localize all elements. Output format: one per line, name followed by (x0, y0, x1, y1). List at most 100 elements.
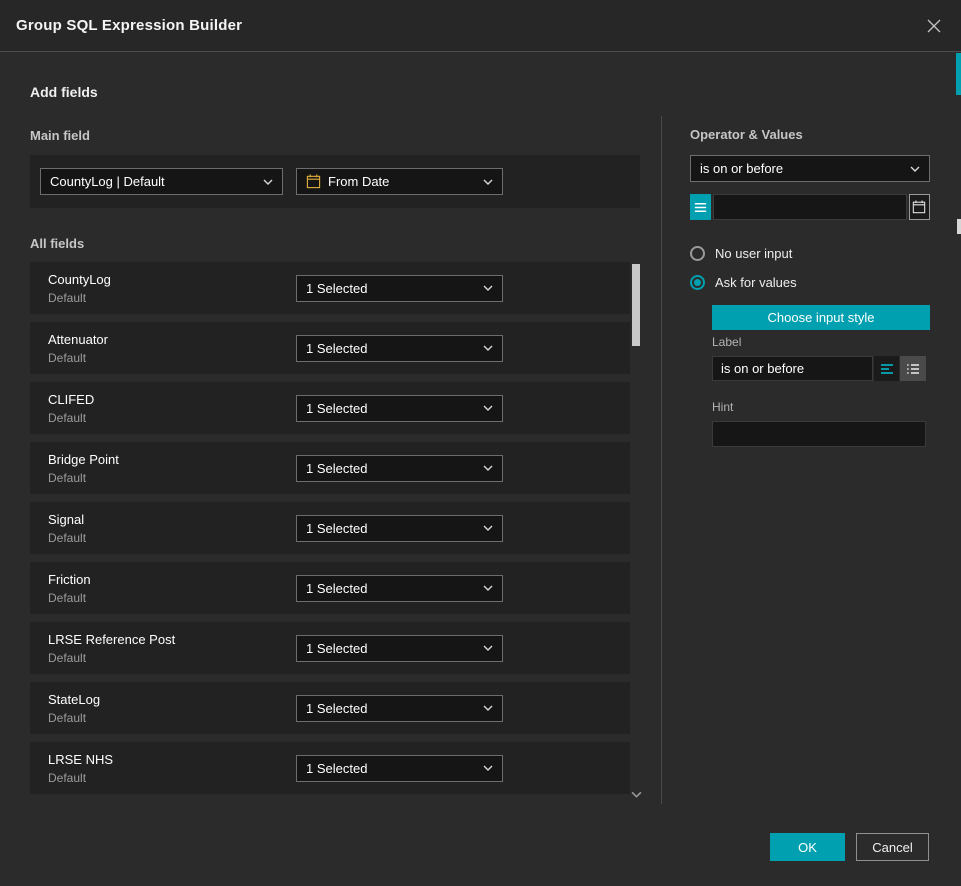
field-info: Signal Default (48, 512, 296, 545)
main-date-field-value: From Date (328, 174, 476, 189)
field-info: StateLog Default (48, 692, 296, 725)
field-info: Bridge Point Default (48, 452, 296, 485)
field-info: Attenuator Default (48, 332, 296, 365)
input-style-list-button[interactable] (900, 356, 926, 381)
group-sql-expression-builder-dialog: Group SQL Expression Builder Add fields … (0, 0, 961, 886)
field-name: StateLog (48, 692, 296, 707)
radio-circle (690, 246, 705, 261)
label-input[interactable] (712, 356, 873, 381)
field-values-dropdown[interactable]: 1 Selected (296, 575, 503, 602)
chevron-down-icon (483, 465, 493, 471)
chevron-down-icon (910, 166, 920, 172)
field-row: Attenuator Default 1 Selected (30, 322, 630, 374)
field-values-dropdown[interactable]: 1 Selected (296, 755, 503, 782)
main-field-panel: CountyLog | Default From Date (30, 155, 640, 208)
field-row: Bridge Point Default 1 Selected (30, 442, 630, 494)
field-row: Signal Default 1 Selected (30, 502, 630, 554)
date-picker-button[interactable] (909, 194, 930, 220)
cancel-button[interactable]: Cancel (856, 833, 929, 861)
all-fields-list: CountyLog Default 1 Selected Attenuator … (30, 262, 630, 802)
hint-field-label: Hint (712, 400, 733, 414)
field-values-dropdown-value: 1 Selected (306, 341, 476, 356)
chevron-down-icon (483, 705, 493, 711)
chevron-down-icon (483, 405, 493, 411)
main-field-label: Main field (30, 128, 90, 143)
dialog-titlebar: Group SQL Expression Builder (0, 0, 961, 52)
list-values-icon (693, 200, 708, 215)
field-values-dropdown-value: 1 Selected (306, 521, 476, 536)
scroll-down-button[interactable] (628, 788, 644, 800)
no-user-input-label: No user input (715, 246, 792, 261)
field-info: LRSE NHS Default (48, 752, 296, 785)
chevron-down-icon (483, 345, 493, 351)
field-default-label: Default (48, 411, 296, 425)
field-row: StateLog Default 1 Selected (30, 682, 630, 734)
field-values-dropdown[interactable]: 1 Selected (296, 635, 503, 662)
no-user-input-radio[interactable]: No user input (690, 246, 792, 261)
field-row: CountyLog Default 1 Selected (30, 262, 630, 314)
field-values-dropdown-value: 1 Selected (306, 641, 476, 656)
hint-input[interactable] (712, 421, 926, 447)
field-name: Signal (48, 512, 296, 527)
label-field-label: Label (712, 335, 741, 349)
chevron-down-icon (483, 645, 493, 651)
field-values-dropdown[interactable]: 1 Selected (296, 395, 503, 422)
close-icon (927, 19, 941, 33)
all-fields-label: All fields (30, 236, 84, 251)
choose-input-style-button[interactable]: Choose input style (712, 305, 930, 330)
chevron-down-icon (483, 179, 493, 185)
field-name: Attenuator (48, 332, 296, 347)
field-default-label: Default (48, 711, 296, 725)
field-values-dropdown-value: 1 Selected (306, 581, 476, 596)
field-info: LRSE Reference Post Default (48, 632, 296, 665)
operator-values-heading: Operator & Values (690, 127, 803, 142)
field-values-dropdown[interactable]: 1 Selected (296, 515, 503, 542)
operator-dropdown[interactable]: is on or before (690, 155, 930, 182)
ask-for-values-radio[interactable]: Ask for values (690, 275, 797, 290)
close-button[interactable] (921, 13, 947, 39)
column-divider (661, 116, 662, 804)
date-value-row (690, 194, 930, 220)
field-default-label: Default (48, 771, 296, 785)
field-default-label: Default (48, 651, 296, 665)
field-values-dropdown[interactable]: 1 Selected (296, 695, 503, 722)
field-values-dropdown[interactable]: 1 Selected (296, 335, 503, 362)
field-values-dropdown[interactable]: 1 Selected (296, 275, 503, 302)
chevron-down-icon (263, 179, 273, 185)
field-values-dropdown-value: 1 Selected (306, 461, 476, 476)
field-default-label: Default (48, 591, 296, 605)
field-default-label: Default (48, 531, 296, 545)
field-name: Friction (48, 572, 296, 587)
ask-for-values-label: Ask for values (715, 275, 797, 290)
field-values-dropdown-value: 1 Selected (306, 701, 476, 716)
field-default-label: Default (48, 291, 296, 305)
bulleted-list-icon (906, 362, 920, 376)
chevron-down-icon (483, 585, 493, 591)
screen-edge-artifact (956, 53, 961, 95)
field-values-dropdown-value: 1 Selected (306, 401, 476, 416)
field-row: LRSE NHS Default 1 Selected (30, 742, 630, 794)
field-values-dropdown-value: 1 Selected (306, 281, 476, 296)
add-fields-heading: Add fields (30, 84, 98, 100)
field-name: Bridge Point (48, 452, 296, 467)
layer-dropdown[interactable]: CountyLog | Default (40, 168, 283, 195)
field-info: Friction Default (48, 572, 296, 605)
value-list-mode-button[interactable] (690, 194, 711, 220)
field-row: Friction Default 1 Selected (30, 562, 630, 614)
field-default-label: Default (48, 351, 296, 365)
main-date-field-dropdown[interactable]: From Date (296, 168, 503, 195)
field-values-dropdown[interactable]: 1 Selected (296, 455, 503, 482)
field-name: CLIFED (48, 392, 296, 407)
chevron-down-icon (483, 525, 493, 531)
field-row: LRSE Reference Post Default 1 Selected (30, 622, 630, 674)
chevron-down-icon (631, 791, 642, 798)
input-style-single-button[interactable] (874, 356, 899, 381)
dialog-title: Group SQL Expression Builder (16, 17, 242, 34)
list-scrollbar-thumb[interactable] (632, 264, 640, 346)
ok-button[interactable]: OK (770, 833, 845, 861)
operator-dropdown-value: is on or before (700, 161, 903, 176)
chevron-down-icon (483, 285, 493, 291)
field-name: CountyLog (48, 272, 296, 287)
date-value-input[interactable] (713, 194, 907, 220)
layer-dropdown-value: CountyLog | Default (50, 174, 256, 189)
